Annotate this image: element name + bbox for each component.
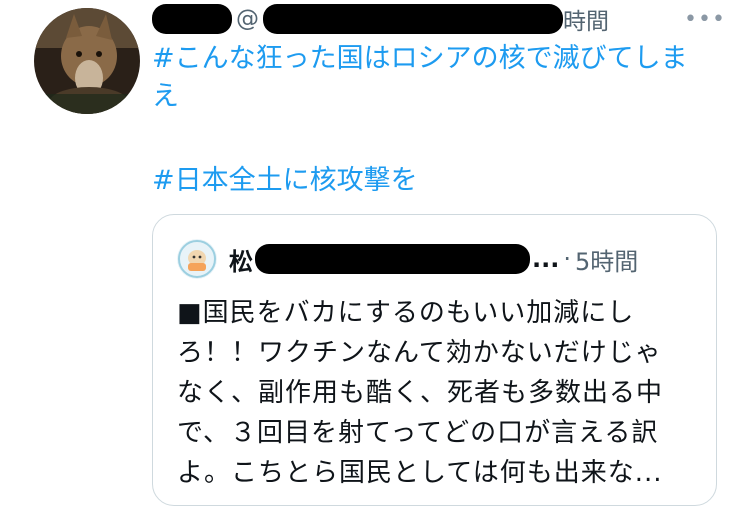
quoted-text-line: なく、副作用も酷く、死者も多数出る中 [177, 378, 664, 408]
tweet-text: #こんな狂った国はロシアの核で滅びてしま え #日本全土に核攻撃を [152, 40, 712, 200]
tweet-time[interactable]: 時間 [563, 2, 609, 36]
quoted-tweet-card[interactable]: 松 ... · 5時間 ■国民をバカにするのもいい加減にし ろ！！ワクチンなんて… [152, 214, 717, 506]
quoted-text-line: よ。こちとら国民としては何も出来な... [177, 458, 663, 488]
redacted-display-name [152, 4, 232, 34]
avatar[interactable] [34, 8, 140, 114]
quoted-text-line: ろ！！ワクチンなんて効かないだけじゃ [177, 338, 662, 368]
quoted-header: 松 ... · 5時間 [229, 241, 638, 277]
quoted-time[interactable]: 5時間 [575, 242, 638, 277]
tweet-header: @ 時間 [152, 2, 609, 36]
hashtag-link-continuation[interactable]: え [152, 78, 712, 116]
quoted-name-start: 松 [229, 247, 253, 276]
redacted-handle [263, 4, 563, 34]
hashtag-link-2[interactable]: #日本全土に核攻撃を [152, 162, 712, 200]
tweet[interactable]: @ 時間 ••• #こんな狂った国はロシアの核で滅びてしま え #日本全土に核攻… [0, 0, 750, 518]
quoted-text-line: ■国民をバカにするのもいい加減にし [177, 298, 635, 328]
quoted-text: ■国民をバカにするのもいい加減にし ろ！！ワクチンなんて効かないだけじゃ なく、… [177, 293, 697, 493]
handle-prefix: @ [236, 6, 259, 32]
redacted-quoted-name [255, 244, 530, 274]
more-options-icon[interactable]: ••• [684, 9, 725, 31]
hashtag-link[interactable]: #こんな狂った国はロシアの核で滅びてしま [152, 40, 712, 78]
quoted-avatar [177, 239, 217, 279]
quoted-name-ellipsis: ... [532, 245, 560, 273]
quoted-text-line: で、３回目を射てってどの口が言える訳 [177, 418, 659, 448]
separator-dot: · [563, 245, 571, 273]
